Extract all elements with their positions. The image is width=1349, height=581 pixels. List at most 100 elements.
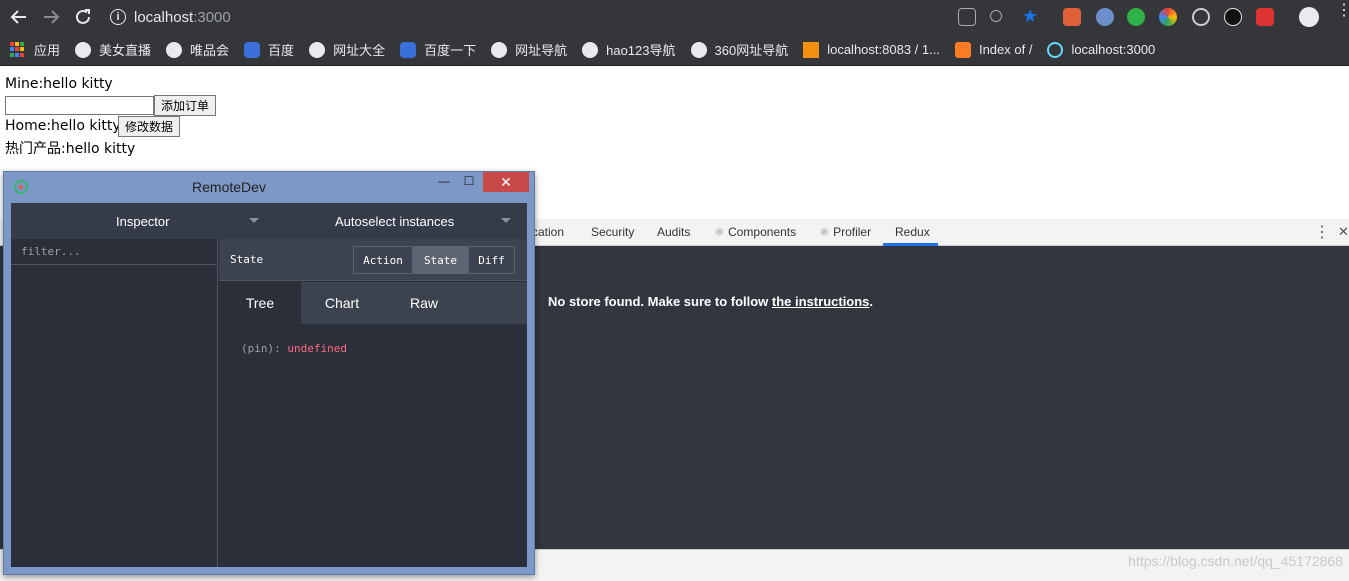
tab-profiler[interactable]: ⚛ Profiler [819, 225, 871, 239]
menu-dots-icon[interactable]: ⋮ [1336, 3, 1349, 19]
extension-icon[interactable] [1256, 8, 1274, 26]
bookmark-item[interactable]: 360网址导航 [690, 40, 789, 59]
zoom-icon[interactable] [990, 10, 1002, 22]
extension-icon[interactable] [1159, 8, 1177, 26]
devtools-close-icon[interactable]: ✕ [1338, 224, 1349, 240]
back-button[interactable] [8, 6, 30, 28]
state-tree: (pin): undefined [241, 342, 347, 355]
segment-diff[interactable]: Diff [468, 246, 515, 274]
arrow-right-icon [44, 10, 60, 24]
react-icon: ⚛ [819, 225, 834, 239]
url-port: :3000 [193, 8, 231, 26]
tab-tree[interactable]: Tree [219, 282, 301, 324]
info-icon[interactable]: i [110, 9, 126, 25]
bookmark-label: localhost:3000 [1071, 42, 1156, 57]
tab-raw[interactable]: Raw [383, 282, 465, 324]
bookmark-item[interactable]: Index of / [954, 41, 1033, 58]
extension-icon[interactable] [1063, 8, 1081, 26]
watermark-text: https://blog.csdn.net/qq_45172868 [1128, 553, 1343, 569]
bookmark-label: 网址导航 [515, 43, 568, 58]
bookmark-label: localhost:8083 / 1... [827, 42, 940, 57]
extension-icon[interactable] [1127, 8, 1145, 26]
tab-security[interactable]: Security [591, 225, 634, 239]
translate-icon[interactable] [958, 8, 976, 26]
extension-icon[interactable] [1224, 8, 1242, 26]
bookmark-item[interactable]: 百度 [244, 40, 294, 59]
tab-audits[interactable]: Audits [657, 225, 690, 239]
globe-icon [690, 41, 707, 58]
state-toolbar: State Action State Diff [219, 239, 527, 281]
add-order-button[interactable]: 添加订单 [154, 95, 217, 116]
devtools-menu-icon[interactable]: ⋮ [1314, 222, 1330, 242]
bookmark-label: hao123导航 [606, 43, 676, 58]
tab-chart[interactable]: Chart [301, 282, 383, 324]
bookmark-label: 百度一下 [424, 43, 477, 58]
reload-icon [76, 9, 90, 24]
baidu-icon [400, 41, 417, 58]
tab-components-label: Components [728, 225, 797, 239]
bookmark-item[interactable]: 应用 [10, 40, 60, 59]
tree-key: (pin): [241, 342, 288, 355]
tab-application[interactable]: cation [532, 225, 564, 239]
filter-input[interactable]: filter... [11, 239, 218, 265]
inspector-select[interactable]: Inspector [116, 214, 169, 229]
bookmark-label: 360网址导航 [714, 43, 789, 58]
order-input[interactable] [5, 96, 154, 115]
browser-toolbar: i localhost:3000 ★ ⋮ [0, 0, 1349, 34]
bookmark-item[interactable]: 网址大全 [309, 40, 385, 59]
bookmark-label: 美女直播 [99, 43, 152, 58]
url-host: localhost [134, 8, 194, 26]
close-button[interactable]: ✕ [483, 172, 529, 192]
remotedev-titlebar[interactable]: RemoteDev — ☐ ✕ [4, 172, 534, 202]
no-store-message: No store found. Make sure to follow the … [548, 294, 873, 309]
segment-state[interactable]: State [413, 246, 468, 274]
extension-icon[interactable] [1096, 8, 1114, 26]
segment-action[interactable]: Action [353, 246, 413, 274]
monitor-pane: State Action State Diff Tree Chart Raw (… [219, 239, 527, 567]
modify-data-button[interactable]: 修改数据 [118, 116, 181, 137]
remotedev-header: Inspector Autoselect instances [11, 203, 527, 239]
tab-profiler-label: Profiler [833, 225, 872, 239]
arrow-left-icon [10, 10, 26, 24]
reload-button[interactable] [72, 6, 94, 28]
state-label: State [230, 253, 264, 266]
baidu-icon [244, 41, 261, 58]
star-icon[interactable]: ★ [1022, 6, 1040, 26]
minimize-button[interactable]: — [434, 174, 454, 192]
xampp-icon [954, 41, 971, 58]
remotedev-window: RemoteDev — ☐ ✕ Inspector Autoselect ins… [3, 171, 535, 575]
tree-value: undefined [287, 342, 347, 355]
remotedev-title: RemoteDev [192, 179, 266, 195]
no-store-suffix: . [869, 294, 874, 309]
bookmark-item[interactable]: 百度一下 [400, 40, 476, 59]
bookmark-item[interactable]: 网址导航 [491, 40, 567, 59]
bookmark-item[interactable]: 美女直播 [75, 40, 151, 59]
bookmark-item[interactable]: hao123导航 [582, 40, 676, 59]
globe-icon [75, 41, 92, 58]
bookmarks-bar: 应用 美女直播 唯品会 百度 网址大全 百度一下 网址导航 hao123导航 360网址导航 lo… [0, 34, 1349, 66]
react-icon [1047, 41, 1064, 58]
bookmark-label: 网址大全 [333, 43, 386, 58]
bookmark-label: Index of / [978, 42, 1033, 57]
bookmark-label: 百度 [268, 43, 295, 58]
chevron-down-icon [249, 218, 259, 223]
view-tabs: Tree Chart Raw [219, 282, 527, 324]
profile-avatar-icon[interactable] [1299, 7, 1319, 27]
bookmark-label: 唯品会 [190, 43, 230, 58]
maximize-button[interactable]: ☐ [459, 174, 479, 192]
bookmark-item[interactable]: localhost:8083 / 1... [803, 41, 940, 58]
address-bar[interactable]: i localhost:3000 [110, 6, 231, 28]
instances-select[interactable]: Autoselect instances [335, 214, 454, 229]
extension-icon[interactable] [1192, 8, 1210, 26]
bookmark-label: 应用 [34, 43, 61, 58]
globe-icon [491, 41, 508, 58]
home-text: Home:hello kitty [5, 118, 121, 134]
forward-button[interactable] [40, 6, 62, 28]
tab-redux[interactable]: Redux [895, 225, 930, 239]
globe-icon [309, 41, 326, 58]
instructions-link[interactable]: the instructions [772, 294, 870, 309]
tab-components[interactable]: ⚛ Components [714, 225, 796, 239]
react-icon: ⚛ [714, 225, 729, 239]
bookmark-item[interactable]: 唯品会 [166, 40, 229, 59]
bookmark-item[interactable]: localhost:3000 [1047, 41, 1156, 58]
